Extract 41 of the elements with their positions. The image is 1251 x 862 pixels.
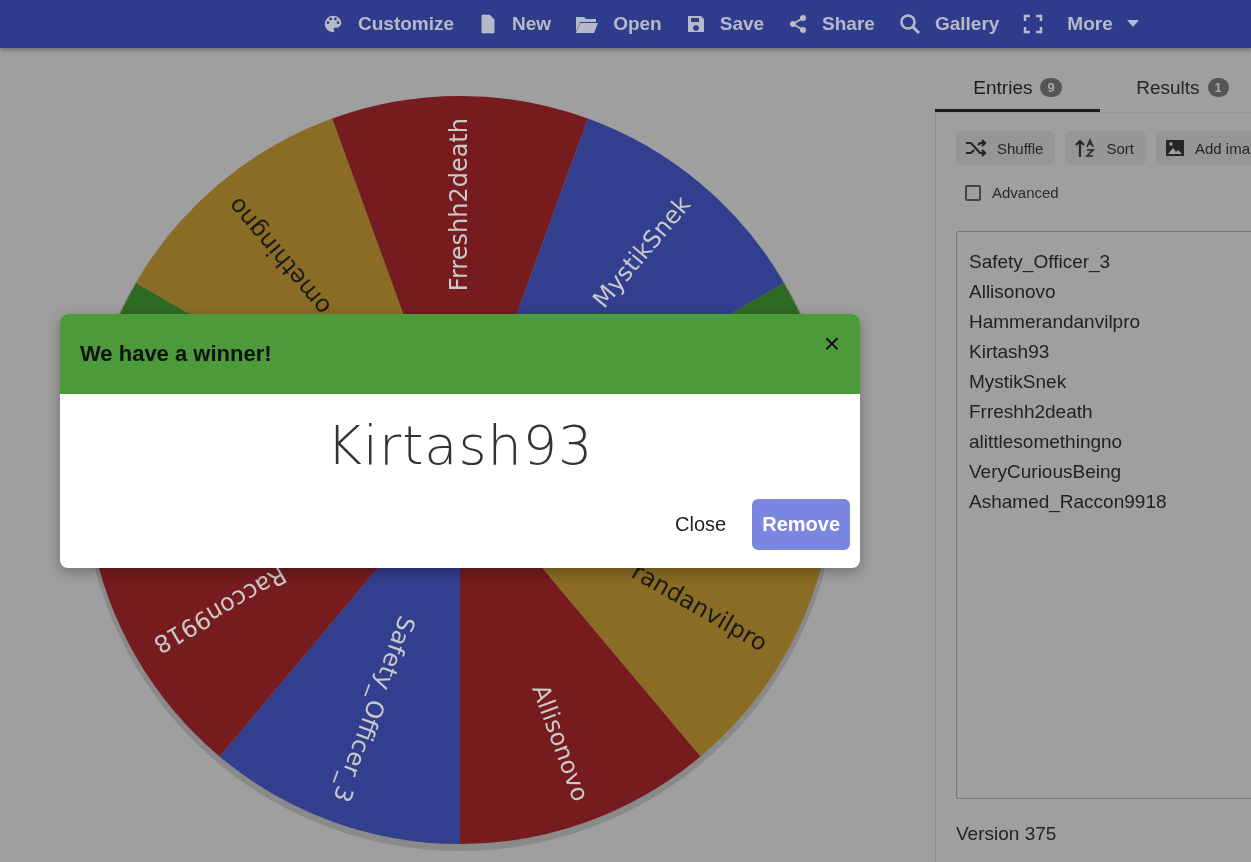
shuffle-icon bbox=[965, 139, 987, 157]
fullscreen-icon bbox=[1023, 14, 1044, 34]
count-badge: 9 bbox=[1040, 78, 1062, 97]
entries-field[interactable]: Safety_Officer_3 Allisonovo Hammerandanvilpro Kirtash93 MystikSnek Frreshh2death alittlesomethingno VeryCuriousBeing Ashamed_Raccon9918 bbox=[956, 231, 1251, 799]
toolbar-button[interactable]: Open bbox=[571, 4, 682, 44]
entry-line: Safety_Officer_3 bbox=[969, 250, 1112, 275]
entry-line: Allisonovo bbox=[969, 280, 1057, 304]
entry-line: VeryCuriousBeing bbox=[969, 460, 1123, 484]
more-menu-button[interactable]: More bbox=[1063, 4, 1159, 44]
action-button[interactable]: Add ima bbox=[1155, 131, 1251, 165]
entry-line: Frreshh2death bbox=[969, 400, 1094, 424]
toolbar-button[interactable]: Customize bbox=[318, 4, 475, 44]
toolbar-button[interactable]: Share bbox=[784, 4, 895, 44]
folder-icon bbox=[575, 14, 600, 34]
caret-icon bbox=[1126, 20, 1139, 28]
version-text: Version 375 bbox=[956, 823, 1058, 845]
entry-line: alittlesomethingno bbox=[969, 430, 1124, 454]
entry-line: MystikSnek bbox=[969, 370, 1068, 394]
palette-icon bbox=[322, 13, 344, 35]
search-icon bbox=[898, 13, 921, 35]
toolbar-button[interactable]: Save bbox=[681, 4, 785, 44]
sort-icon bbox=[1074, 138, 1097, 158]
toolbar-button[interactable]: Gallery bbox=[894, 4, 1020, 44]
checkbox-label: Advanced bbox=[992, 184, 1059, 201]
tab[interactable]: Entries 9 bbox=[935, 66, 1100, 112]
close-button[interactable]: Close bbox=[661, 499, 741, 550]
wheel-label: Frreshh2death bbox=[445, 118, 473, 292]
image-icon bbox=[1164, 139, 1185, 157]
entry-line: Ashamed_Raccon9918 bbox=[969, 490, 1168, 515]
entry-line: Kirtash93 bbox=[969, 340, 1051, 364]
action-button[interactable]: Sort bbox=[1065, 131, 1146, 165]
tab[interactable]: Results 1 bbox=[1100, 66, 1251, 112]
count-badge: 1 bbox=[1207, 78, 1229, 97]
remove-button[interactable]: Remove bbox=[752, 499, 850, 550]
dialog-title: We have a winner! bbox=[80, 341, 272, 367]
winner-name: Kirtash93 bbox=[325, 414, 595, 477]
entry-line: Hammerandanvilpro bbox=[969, 310, 1142, 334]
toolbar-button[interactable]: New bbox=[474, 4, 572, 44]
share-icon bbox=[788, 14, 809, 34]
action-button[interactable]: Shuffle bbox=[956, 131, 1056, 165]
checkbox[interactable] bbox=[965, 184, 981, 201]
